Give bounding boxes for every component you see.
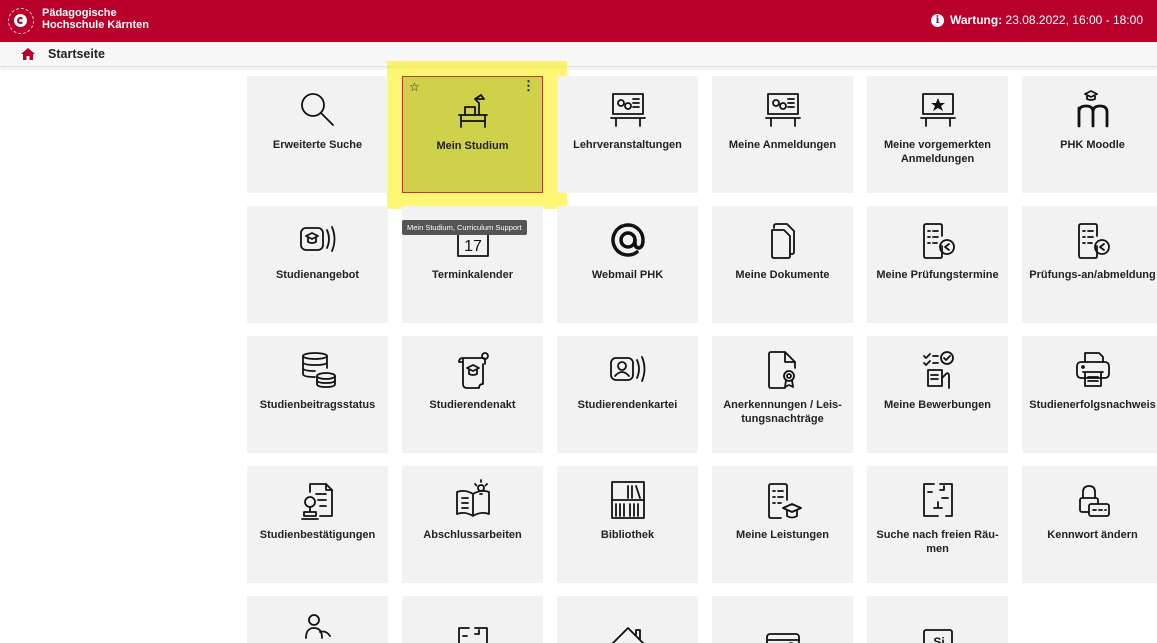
breadcrumb bbox=[0, 42, 1157, 67]
documents-icon bbox=[770, 223, 795, 259]
lock-password-icon bbox=[1078, 485, 1110, 517]
logo-line-1: Pädagogische bbox=[42, 7, 117, 19]
tile-erweiterte-suche[interactable]: Erweiterte Suche bbox=[247, 76, 388, 193]
si-icon: Si bbox=[922, 629, 953, 643]
desk-lamp-icon bbox=[457, 94, 488, 128]
tile-webmail-phk[interactable]: Webmail PHK bbox=[557, 206, 698, 323]
svg-text:Si: Si bbox=[933, 635, 944, 643]
tile-label: Erweiterte Suche bbox=[272, 139, 363, 151]
tile-label: Meine Leistungen bbox=[736, 529, 829, 541]
tile-label: Anerkennungen / Leis-tungsnachträge bbox=[723, 399, 842, 425]
tile-lehrveranstaltungen[interactable]: Lehrveranstaltungen bbox=[557, 76, 698, 193]
room-icon bbox=[457, 627, 488, 643]
moodle-icon bbox=[1077, 90, 1108, 128]
tile-label: Meine vorgemerkten Anmeldungen bbox=[884, 139, 991, 165]
tile-label: Abschlussarbeiten bbox=[423, 529, 522, 541]
house-icon bbox=[611, 627, 644, 643]
exam-dates-icon bbox=[922, 223, 955, 259]
tile-label: Webmail PHK bbox=[591, 269, 664, 281]
maintenance-text: 23.08.2022, 16:00 - 18:00 bbox=[1002, 13, 1143, 27]
tile-label: Studienbeitragsstatus bbox=[259, 399, 376, 411]
tile-label: Mein Studium bbox=[436, 140, 509, 152]
certificate-document-icon bbox=[767, 351, 796, 389]
phk-logo-icon[interactable] bbox=[8, 8, 34, 34]
info-icon: i bbox=[930, 13, 944, 27]
person-group-icon bbox=[304, 614, 331, 639]
study-offer-icon bbox=[299, 226, 335, 252]
tile-row5-4[interactable] bbox=[712, 596, 853, 643]
tile-abschlussarbeiten[interactable]: Abschlussarbeiten bbox=[402, 466, 543, 583]
thesis-book-icon bbox=[455, 479, 490, 517]
tile-label: Studienbestätigungen bbox=[259, 529, 376, 541]
tile-label: Meine Bewerbungen bbox=[884, 399, 991, 411]
home-icon[interactable] bbox=[21, 48, 35, 60]
tile-studienbestaetigungen[interactable]: Studienbestätigungen bbox=[247, 466, 388, 583]
room-search-icon bbox=[922, 483, 953, 517]
tile-mein-studium[interactable]: ☆ ⋮ Mein Studium bbox=[402, 76, 543, 193]
tile-meine-leistungen[interactable]: Meine Leistungen bbox=[712, 466, 853, 583]
library-icon bbox=[610, 481, 645, 519]
tile-label: Studienangebot bbox=[275, 269, 360, 281]
tile-label: Kennwort ändern bbox=[1047, 529, 1138, 541]
registration-board-icon bbox=[764, 93, 801, 127]
search-icon bbox=[300, 93, 334, 126]
svg-text:17: 17 bbox=[464, 238, 482, 255]
tile-label: Meine Prüfungstermine bbox=[876, 269, 999, 281]
achievements-icon bbox=[767, 483, 802, 519]
tile-studienbeitragsstatus[interactable]: Studienbeitragsstatus bbox=[247, 336, 388, 453]
tile-meine-dokumente[interactable]: Meine Dokumente bbox=[712, 206, 853, 323]
tile-kennwort-aendern[interactable]: Kennwort ändern bbox=[1022, 466, 1157, 583]
tile-label: Studienerfolgsnachweis bbox=[1029, 399, 1156, 411]
tooltip-mein-studium: Mein Studium, Curriculum Support bbox=[402, 220, 527, 235]
tile-meine-pruefungstermine[interactable]: Meine Prüfungstermine bbox=[867, 206, 1008, 323]
maintenance-label: Wartung: bbox=[949, 13, 1003, 27]
lecture-board-icon bbox=[609, 93, 646, 127]
tile-bibliothek[interactable]: Bibliothek bbox=[557, 466, 698, 583]
tile-studienangebot[interactable]: Studienangebot bbox=[247, 206, 388, 323]
applications-icon bbox=[922, 351, 954, 389]
tile-meine-anmeldungen[interactable]: Meine Anmeldungen bbox=[712, 76, 853, 193]
coins-icon bbox=[301, 352, 336, 388]
kebab-menu-icon[interactable]: ⋮ bbox=[522, 79, 535, 93]
tile-label: Studierendenkartei bbox=[577, 399, 678, 411]
tile-studienerfolgsnachweis[interactable]: Studienerfolgsnachweis bbox=[1022, 336, 1157, 453]
student-file-icon bbox=[457, 352, 489, 389]
maintenance-notice: i Wartung: 23.08.2022, 16:00 - 18:00 bbox=[930, 13, 1143, 27]
institution-name[interactable]: Pädagogische Hochschule Kärnten bbox=[42, 7, 149, 31]
tile-anerkennungen[interactable]: Anerkennungen / Leis-tungsnachträge bbox=[712, 336, 853, 453]
tile-label: Prüfungs-an/abmeldung bbox=[1029, 269, 1156, 281]
tile-label: Meine Dokumente bbox=[735, 269, 830, 281]
top-bar: Pädagogische Hochschule Kärnten i Wartun… bbox=[0, 0, 1157, 42]
tile-label: Meine Anmeldungen bbox=[728, 139, 837, 151]
starred-board-icon bbox=[919, 93, 956, 127]
breadcrumb-startseite[interactable]: Startseite bbox=[48, 47, 105, 61]
tile-suche-freie-raeume[interactable]: Suche nach freien Räu-men bbox=[867, 466, 1008, 583]
confirmation-icon bbox=[300, 483, 333, 520]
tile-studierendenkartei[interactable]: Studierendenkartei bbox=[557, 336, 698, 453]
tile-meine-vorgemerkten-anmeldungen[interactable]: Meine vorgemerkten Anmeldungen bbox=[867, 76, 1008, 193]
exam-registration-icon bbox=[1077, 223, 1110, 259]
tile-label: Studierendenakt bbox=[429, 399, 516, 411]
tile-row5-2[interactable] bbox=[402, 596, 543, 643]
tile-meine-bewerbungen[interactable]: Meine Bewerbungen bbox=[867, 336, 1008, 453]
tile-phk-moodle[interactable]: PHK Moodle bbox=[1022, 76, 1157, 193]
tile-row5-5[interactable]: Si bbox=[867, 596, 1008, 643]
tile-row5-3[interactable] bbox=[557, 596, 698, 643]
web-card-icon bbox=[765, 633, 800, 643]
tile-row5-1[interactable] bbox=[247, 596, 388, 643]
tile-label: Lehrveranstaltungen bbox=[573, 139, 682, 151]
at-sign-icon bbox=[610, 223, 645, 257]
printer-icon bbox=[1075, 352, 1110, 387]
student-card-icon bbox=[609, 356, 645, 382]
tile-label: PHK Moodle bbox=[1060, 139, 1125, 151]
tile-label: Suche nach freien Räu-men bbox=[876, 529, 999, 555]
tile-studierendenakt[interactable]: Studierendenakt bbox=[402, 336, 543, 453]
logo-line-2: Hochschule Kärnten bbox=[42, 19, 149, 31]
tile-label: Terminkalender bbox=[431, 269, 514, 281]
tile-pruefungs-anabmeldung[interactable]: Prüfungs-an/abmeldung bbox=[1022, 206, 1157, 323]
tile-label: Bibliothek bbox=[600, 529, 655, 541]
star-outline-icon[interactable]: ☆ bbox=[409, 80, 420, 94]
